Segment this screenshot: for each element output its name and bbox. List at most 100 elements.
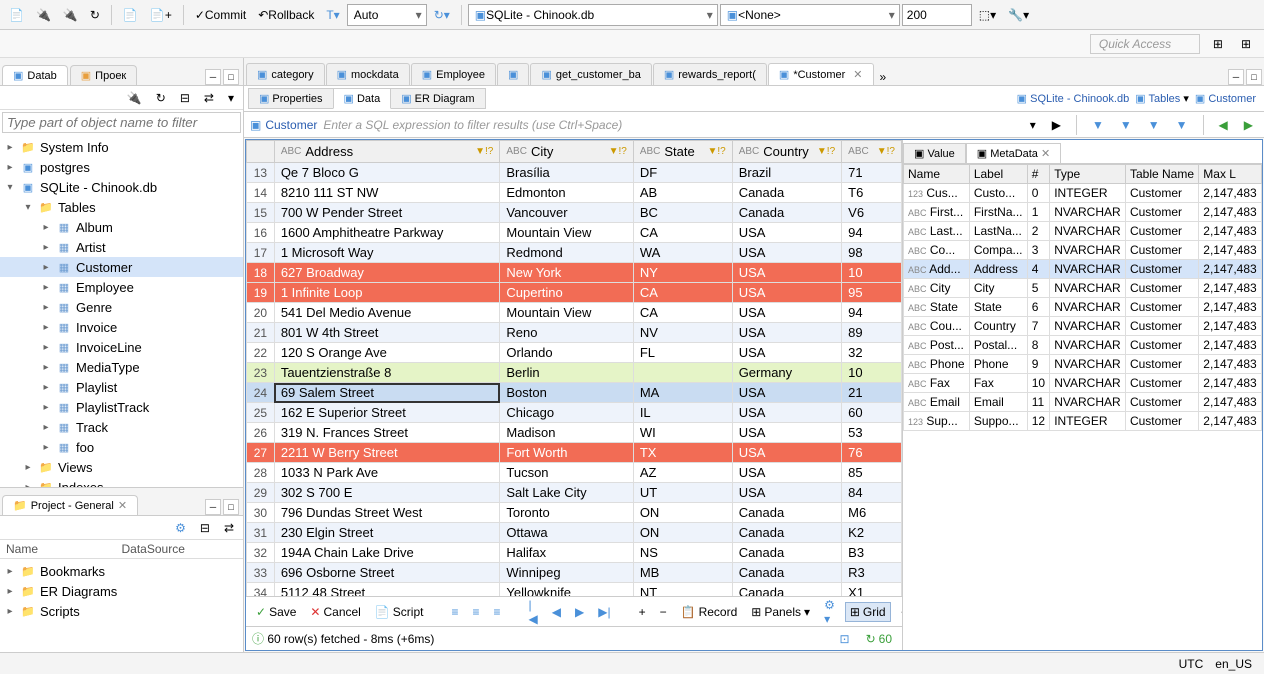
collapse-all-icon[interactable]: ⊟ — [175, 90, 195, 106]
save-button[interactable]: ✓ Save — [252, 603, 300, 621]
table-row[interactable]: 32194A Chain Lake DriveHalifaxNSCanadaB3 — [247, 543, 902, 563]
tree-node-customer[interactable]: ▸▦Customer — [0, 257, 243, 277]
cancel-button[interactable]: ✕ Cancel — [306, 603, 364, 621]
tree-node-playlist[interactable]: ▸▦Playlist — [0, 377, 243, 397]
tree-node-genre[interactable]: ▸▦Genre — [0, 297, 243, 317]
tab-projects[interactable]: ▣ Проек — [70, 65, 137, 85]
sql-apply-icon[interactable]: ▶ — [1047, 117, 1066, 133]
table-row[interactable]: 26319 N. Frances StreetMadisonWIUSA53 — [247, 423, 902, 443]
tree-node-mediatype[interactable]: ▸▦MediaType — [0, 357, 243, 377]
table-row[interactable]: 191 Infinite LoopCupertinoCAUSA95 — [247, 283, 902, 303]
table-row[interactable]: 21801 W 4th StreetRenoNVUSA89 — [247, 323, 902, 343]
meta-row[interactable]: ABC Post...Postal...8NVARCHARCustomer2,1… — [904, 336, 1262, 355]
meta-row[interactable]: ABC FaxFax10NVARCHARCustomer2,147,483 — [904, 374, 1262, 393]
breadcrumb-tables[interactable]: ▣ Tables ▾ — [1135, 92, 1189, 105]
col-header-country[interactable]: ABC Country▼!? — [732, 141, 841, 163]
table-row[interactable]: 23Tauentzienstraße 8BerlinGermany10 — [247, 363, 902, 383]
tab-value[interactable]: ▣ Value — [903, 143, 966, 163]
align-left-icon[interactable]: ≡ — [447, 603, 462, 621]
table-row[interactable]: 345112 48 StreetYellowknifeNTCanadaX1 — [247, 583, 902, 597]
prev-page-icon[interactable]: ◀ — [548, 603, 565, 621]
tree-menu-icon[interactable]: ▾ — [223, 90, 239, 106]
minimize-icon[interactable]: ─ — [205, 69, 221, 85]
tree-filter-input[interactable] — [2, 112, 241, 133]
table-row[interactable]: 33696 Osborne StreetWinnipegMBCanadaR3 — [247, 563, 902, 583]
project-tree[interactable]: ▸📁Bookmarks▸📁ER Diagrams▸📁Scripts — [0, 559, 243, 652]
table-row[interactable]: 281033 N Park AveTucsonAZUSA85 — [247, 463, 902, 483]
project-node-er-diagrams[interactable]: ▸📁ER Diagrams — [0, 581, 243, 601]
subtab-data[interactable]: ▣ Data — [333, 88, 392, 109]
meta-col-[interactable]: # — [1027, 165, 1049, 184]
connection-select[interactable]: ▣ SQLite - Chinook.db — [468, 4, 718, 26]
tree-node-track[interactable]: ▸▦Track — [0, 417, 243, 437]
link-editor-icon[interactable]: ⇄ — [199, 90, 219, 106]
record-button[interactable]: 📋 Record — [677, 603, 742, 621]
meta-row[interactable]: ABC CityCity5NVARCHARCustomer2,147,483 — [904, 279, 1262, 298]
tree-node-views[interactable]: ▸📁Views — [0, 457, 243, 477]
quick-access-input[interactable]: Quick Access — [1090, 34, 1200, 54]
col-header-city[interactable]: ABC City▼!? — [500, 141, 633, 163]
add-row-icon[interactable]: + — [635, 603, 650, 621]
align-right-icon[interactable]: ≡ — [490, 603, 505, 621]
grid-view-button[interactable]: ⊞ Grid — [845, 602, 891, 622]
table-row[interactable]: 30796 Dundas Street WestTorontoONCanadaM… — [247, 503, 902, 523]
tree-node-tables[interactable]: ▾📁Tables — [0, 197, 243, 217]
tree-node-playlisttrack[interactable]: ▸▦PlaylistTrack — [0, 397, 243, 417]
subtab-properties[interactable]: ▣ Properties — [248, 88, 334, 109]
tree-node-invoice[interactable]: ▸▦Invoice — [0, 317, 243, 337]
meta-row[interactable]: ABC First...FirstNa...1NVARCHARCustomer2… — [904, 203, 1262, 222]
table-row[interactable]: 2469 Salem StreetBostonMAUSA21 — [247, 383, 902, 403]
col-header-extra[interactable]: ABC ▼!? — [842, 141, 902, 163]
meta-row[interactable]: ABC Last...LastNa...2NVARCHARCustomer2,1… — [904, 222, 1262, 241]
proj-settings-icon[interactable]: ⚙ — [170, 520, 191, 536]
proj-maximize-icon[interactable]: □ — [223, 499, 239, 515]
meta-row[interactable]: ABC EmailEmail11NVARCHARCustomer2,147,48… — [904, 393, 1262, 412]
table-row[interactable]: 161600 Amphitheatre ParkwayMountain View… — [247, 223, 902, 243]
tree-node-system-info[interactable]: ▸📁System Info — [0, 137, 243, 157]
sql-filter-input[interactable]: Enter a SQL expression to filter results… — [323, 118, 1018, 132]
editor-tab-employee[interactable]: ▣ Employee — [411, 63, 496, 85]
editor-tab-get_customer_ba[interactable]: ▣ get_customer_ba — [530, 63, 651, 85]
invalidate-icon[interactable]: ↻ — [85, 4, 105, 26]
tx-mode-select[interactable]: Auto — [347, 4, 427, 26]
tab-overflow-icon[interactable]: » — [875, 69, 892, 85]
tool-icon[interactable]: 🔧▾ — [1003, 4, 1034, 26]
nav-back-icon[interactable]: ◀ — [1214, 117, 1233, 133]
project-node-scripts[interactable]: ▸📁Scripts — [0, 601, 243, 621]
new-script-icon[interactable]: 📄+ — [145, 4, 177, 26]
tree-node-employee[interactable]: ▸▦Employee — [0, 277, 243, 297]
refresh-data-icon[interactable]: ↻ 60 — [862, 630, 896, 648]
delete-row-icon[interactable]: − — [656, 603, 671, 621]
last-page-icon[interactable]: ▶| — [594, 603, 614, 621]
proj-minimize-icon[interactable]: ─ — [205, 499, 221, 515]
meta-row[interactable]: ABC Cou...Country7NVARCHARCustomer2,147,… — [904, 317, 1262, 336]
table-row[interactable]: 20541 Del Medio AvenueMountain ViewCAUSA… — [247, 303, 902, 323]
tree-node-foo[interactable]: ▸▦foo — [0, 437, 243, 457]
editor-minimize-icon[interactable]: ─ — [1228, 69, 1244, 85]
meta-row[interactable]: 123 Sup...Suppo...12INTEGERCustomer2,147… — [904, 412, 1262, 431]
database-navigator-tree[interactable]: ▸📁System Info▸▣postgres▾▣SQLite - Chinoo… — [0, 135, 243, 487]
table-row[interactable]: 148210 111 ST NWEdmontonABCanadaT6 — [247, 183, 902, 203]
meta-row[interactable]: 123 Cus...Custo...0INTEGERCustomer2,147,… — [904, 184, 1262, 203]
editor-maximize-icon[interactable]: □ — [1246, 69, 1262, 85]
breadcrumb-table[interactable]: ▣ Customer — [1195, 92, 1256, 105]
maximize-icon[interactable]: □ — [223, 69, 239, 85]
meta-row[interactable]: ABC PhonePhone9NVARCHARCustomer2,147,483 — [904, 355, 1262, 374]
first-page-icon[interactable]: |◀ — [525, 596, 542, 628]
tx-options-icon[interactable]: T▾ — [321, 4, 344, 26]
tree-node-indexes[interactable]: ▸📁Indexes — [0, 477, 243, 487]
meta-row[interactable]: ABC Add...Address4NVARCHARCustomer2,147,… — [904, 260, 1262, 279]
meta-row[interactable]: ABC StateState6NVARCHARCustomer2,147,483 — [904, 298, 1262, 317]
editor-tab-mockdata[interactable]: ▣ mockdata — [326, 63, 410, 85]
filter4-icon[interactable]: ▼ — [1171, 117, 1193, 133]
col-header-state[interactable]: ABC State▼!? — [633, 141, 732, 163]
scroll-lock-icon[interactable]: ⊡ — [836, 630, 854, 648]
metadata-table[interactable]: NameLabel#TypeTable NameMax L 123 Cus...… — [903, 164, 1262, 431]
breadcrumb-db[interactable]: ▣ SQLite - Chinook.db — [1017, 92, 1130, 105]
filter1-icon[interactable]: ▼ — [1087, 117, 1109, 133]
perspective-icon[interactable]: ⊞ — [1208, 36, 1228, 52]
tree-node-sqlite-chinook-db[interactable]: ▾▣SQLite - Chinook.db — [0, 177, 243, 197]
tab-project-general[interactable]: 📁 Project - General ✕ — [2, 495, 138, 515]
table-row[interactable]: 171 Microsoft WayRedmondWAUSA98 — [247, 243, 902, 263]
sql-editor-icon[interactable]: 📄 — [4, 4, 29, 26]
